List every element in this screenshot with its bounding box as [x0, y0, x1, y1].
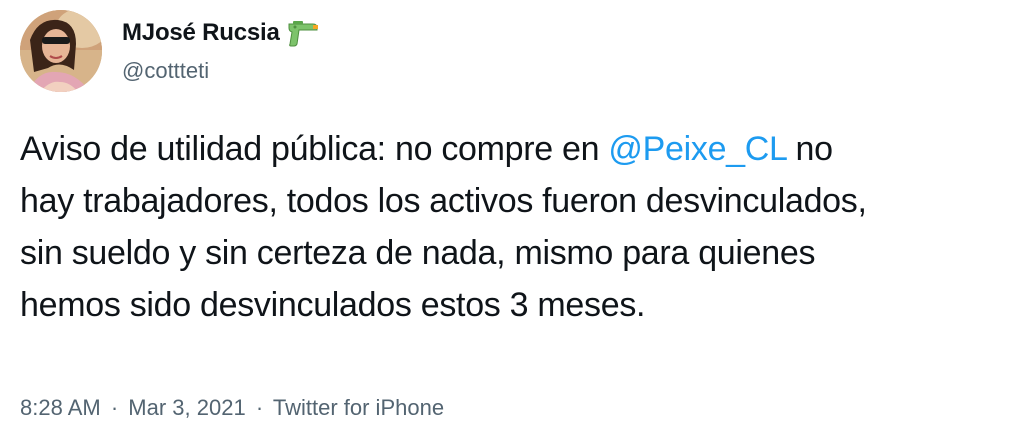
avatar-photo — [20, 10, 102, 92]
water-pistol-icon — [286, 18, 320, 48]
tweet-line-3: sin sueldo y sin certeza de nada, mismo … — [20, 234, 816, 272]
tweet-card: MJosé Rucsia @cottteti Aviso de utilidad… — [0, 0, 1024, 447]
tweet-source[interactable]: Twitter for iPhone — [273, 395, 444, 420]
author-block: MJosé Rucsia @cottteti — [122, 16, 320, 84]
tweet-line-2: hay trabajadores, todos los activos fuer… — [20, 182, 867, 220]
tweet-line-4: hemos sido desvinculados estos 3 meses. — [20, 286, 646, 324]
meta-separator: · — [255, 395, 264, 420]
tweet-text: Aviso de utilidad pública: no compre en … — [20, 123, 1010, 331]
avatar[interactable] — [20, 10, 102, 92]
tweet-time[interactable]: 8:28 AM — [20, 395, 101, 420]
meta-separator: · — [110, 395, 119, 420]
tweet-date[interactable]: Mar 3, 2021 — [128, 395, 245, 420]
tweet-text-segment: no — [786, 130, 834, 168]
tweet-text-segment: Aviso de utilidad pública: no compre en — [20, 130, 609, 168]
name-row: MJosé Rucsia — [122, 16, 320, 50]
mention-link[interactable]: @Peixe_CL — [608, 130, 786, 168]
tweet-line-1: Aviso de utilidad pública: no compre en … — [20, 123, 1010, 175]
display-name[interactable]: MJosé Rucsia — [122, 19, 280, 47]
user-handle[interactable]: @cottteti — [122, 58, 320, 84]
tweet-meta: 8:28 AM · Mar 3, 2021 · Twitter for iPho… — [20, 395, 444, 421]
